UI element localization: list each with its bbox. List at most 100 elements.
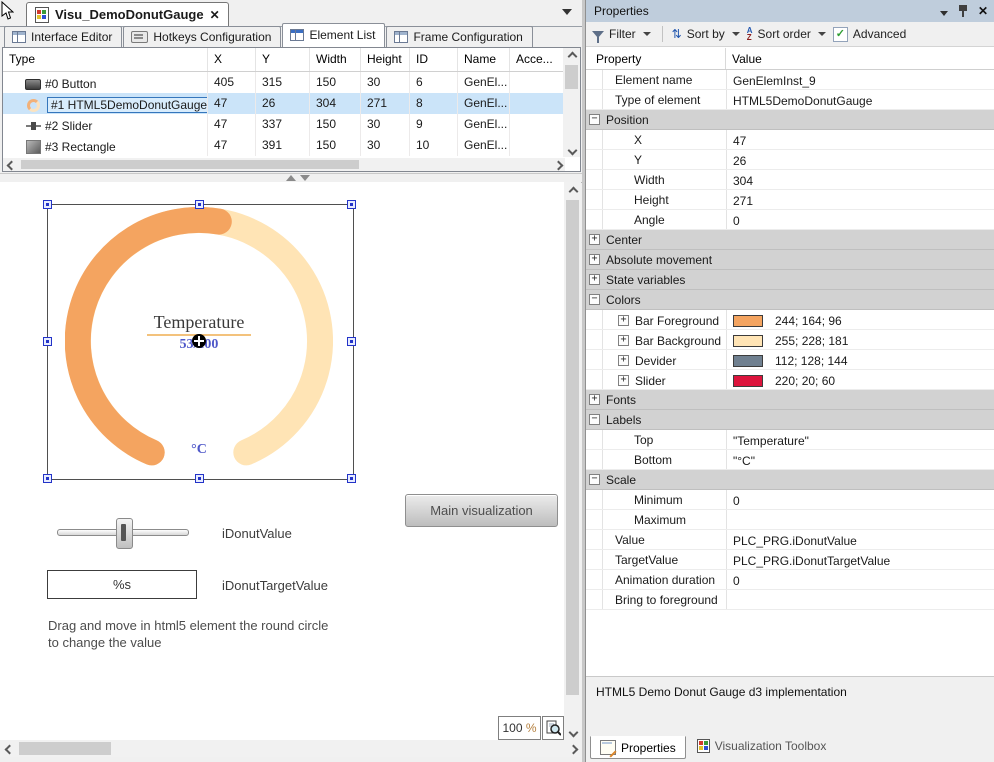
property-value[interactable]: GenElemInst_9: [726, 70, 994, 89]
bottom-tab-properties[interactable]: Properties: [590, 736, 686, 759]
element-list-vscrollbar[interactable]: [563, 48, 580, 157]
sort-order-button[interactable]: Sort order: [758, 27, 811, 41]
property-row-bar-foreground[interactable]: +Bar Foreground244; 164; 96: [586, 310, 994, 330]
property-row-minimum[interactable]: Minimum0: [586, 490, 994, 510]
scroll-left-icon[interactable]: [5, 745, 12, 752]
scroll-up-icon[interactable]: [569, 187, 576, 194]
vscroll-thumb[interactable]: [566, 200, 579, 695]
property-value[interactable]: 304: [726, 170, 994, 189]
group-row-absolute-movement[interactable]: +Absolute movement: [586, 250, 994, 270]
column-header-width[interactable]: Width: [310, 48, 361, 71]
property-value[interactable]: 255; 228; 181: [726, 330, 994, 349]
bottom-tab-visualization-toolbox[interactable]: Visualization Toolbox: [688, 736, 836, 756]
element-type-cell[interactable]: #3 Rectangle: [3, 135, 208, 156]
tab-interface-editor[interactable]: Interface Editor: [4, 26, 122, 47]
property-value[interactable]: PLC_PRG.iDonutValue: [726, 530, 994, 549]
expand-icon[interactable]: +: [589, 254, 600, 265]
property-row-value[interactable]: ValuePLC_PRG.iDonutValue: [586, 530, 994, 550]
property-value[interactable]: 0: [726, 210, 994, 229]
advanced-checkbox[interactable]: ✓: [833, 27, 848, 42]
property-row-x[interactable]: X47: [586, 130, 994, 150]
group-row-position[interactable]: −Position: [586, 110, 994, 130]
column-header-height[interactable]: Height: [361, 48, 410, 71]
vscroll-thumb[interactable]: [565, 65, 578, 89]
expand-icon[interactable]: +: [589, 234, 600, 245]
selection-rectangle[interactable]: [47, 204, 354, 480]
scroll-down-icon[interactable]: [568, 146, 575, 153]
collapse-icon[interactable]: −: [589, 474, 600, 485]
group-row-labels[interactable]: −Labels: [586, 410, 994, 430]
filter-button[interactable]: Filter: [609, 27, 636, 41]
element-type-cell[interactable]: #1 HTML5DemoDonutGauge: [3, 93, 208, 114]
property-value[interactable]: 47: [726, 130, 994, 149]
hscroll-thumb[interactable]: [21, 160, 359, 169]
expand-icon[interactable]: +: [589, 394, 600, 405]
column-header-x[interactable]: X: [208, 48, 256, 71]
selection-handle[interactable]: [195, 474, 204, 483]
property-value[interactable]: 244; 164; 96: [726, 310, 994, 329]
close-panel-icon[interactable]: ✕: [978, 4, 988, 18]
property-value[interactable]: 220; 20; 60: [726, 370, 994, 389]
property-value[interactable]: 0: [726, 490, 994, 509]
expand-icon[interactable]: +: [618, 355, 629, 366]
tab-frame-configuration[interactable]: Frame Configuration: [386, 26, 532, 47]
hscroll-thumb[interactable]: [19, 742, 111, 755]
group-row-state-variables[interactable]: +State variables: [586, 270, 994, 290]
property-row-slider[interactable]: +Slider220; 20; 60: [586, 370, 994, 390]
property-value[interactable]: [726, 510, 994, 529]
sort-by-dropdown-icon[interactable]: [732, 32, 740, 36]
sort-by-button[interactable]: Sort by: [687, 27, 725, 41]
property-value[interactable]: 0: [726, 570, 994, 589]
selection-handle[interactable]: [347, 200, 356, 209]
selection-handle[interactable]: [43, 474, 52, 483]
selection-handle[interactable]: [347, 337, 356, 346]
selection-handle[interactable]: [195, 200, 204, 209]
expand-icon[interactable]: +: [618, 375, 629, 386]
splitter-up-icon[interactable]: [286, 175, 296, 181]
table-row[interactable]: #0 Button405315150306GenEl...: [3, 72, 580, 93]
tab-element-list[interactable]: Element List: [282, 23, 385, 47]
group-row-colors[interactable]: −Colors: [586, 290, 994, 310]
group-row-fonts[interactable]: +Fonts: [586, 390, 994, 410]
selection-handle[interactable]: [347, 474, 356, 483]
property-row-bar-background[interactable]: +Bar Background255; 228; 181: [586, 330, 994, 350]
expand-icon[interactable]: +: [618, 315, 629, 326]
property-row-height[interactable]: Height271: [586, 190, 994, 210]
target-value-field[interactable]: %s: [47, 570, 197, 599]
property-row-width[interactable]: Width304: [586, 170, 994, 190]
scroll-up-icon[interactable]: [568, 52, 575, 59]
tab-list-dropdown-icon[interactable]: [562, 9, 572, 15]
column-header-type[interactable]: Type: [3, 48, 208, 71]
property-row-devider[interactable]: +Devider112; 128; 144: [586, 350, 994, 370]
scroll-left-icon[interactable]: [7, 161, 14, 168]
property-row-maximum[interactable]: Maximum: [586, 510, 994, 530]
property-value[interactable]: 26: [726, 150, 994, 169]
expand-icon[interactable]: +: [589, 274, 600, 285]
collapse-icon[interactable]: −: [589, 114, 600, 125]
property-row-targetvalue[interactable]: TargetValuePLC_PRG.iDonutTargetValue: [586, 550, 994, 570]
color-swatch[interactable]: [733, 315, 763, 327]
property-row-bottom[interactable]: Bottom"°C": [586, 450, 994, 470]
property-value[interactable]: HTML5DemoDonutGauge: [726, 90, 994, 109]
column-header-id[interactable]: ID: [410, 48, 458, 71]
slider-handle[interactable]: [116, 518, 133, 549]
zoom-level-box[interactable]: 100 %: [498, 716, 541, 740]
table-row[interactable]: #3 Rectangle473911503010GenEl...: [3, 135, 580, 156]
tab-visu-demodonutgauge[interactable]: Visu_DemoDonutGauge ✕: [26, 2, 229, 26]
property-row-type-of-element[interactable]: Type of elementHTML5DemoDonutGauge: [586, 90, 994, 110]
main-visualization-button[interactable]: Main visualization: [405, 494, 558, 527]
property-value[interactable]: "Temperature": [726, 430, 994, 449]
group-row-scale[interactable]: −Scale: [586, 470, 994, 490]
element-type-cell[interactable]: #2 Slider: [3, 114, 208, 135]
property-row-bring-to-foreground[interactable]: Bring to foreground: [586, 590, 994, 610]
column-header-access[interactable]: Acce...: [510, 48, 559, 71]
column-header-y[interactable]: Y: [256, 48, 310, 71]
property-value[interactable]: "°C": [726, 450, 994, 469]
element-type-cell[interactable]: #0 Button: [3, 72, 208, 93]
filter-dropdown-icon[interactable]: [643, 32, 651, 36]
property-row-top[interactable]: Top"Temperature": [586, 430, 994, 450]
property-row-y[interactable]: Y26: [586, 150, 994, 170]
property-row-angle[interactable]: Angle0: [586, 210, 994, 230]
color-swatch[interactable]: [733, 335, 763, 347]
color-swatch[interactable]: [733, 375, 763, 387]
